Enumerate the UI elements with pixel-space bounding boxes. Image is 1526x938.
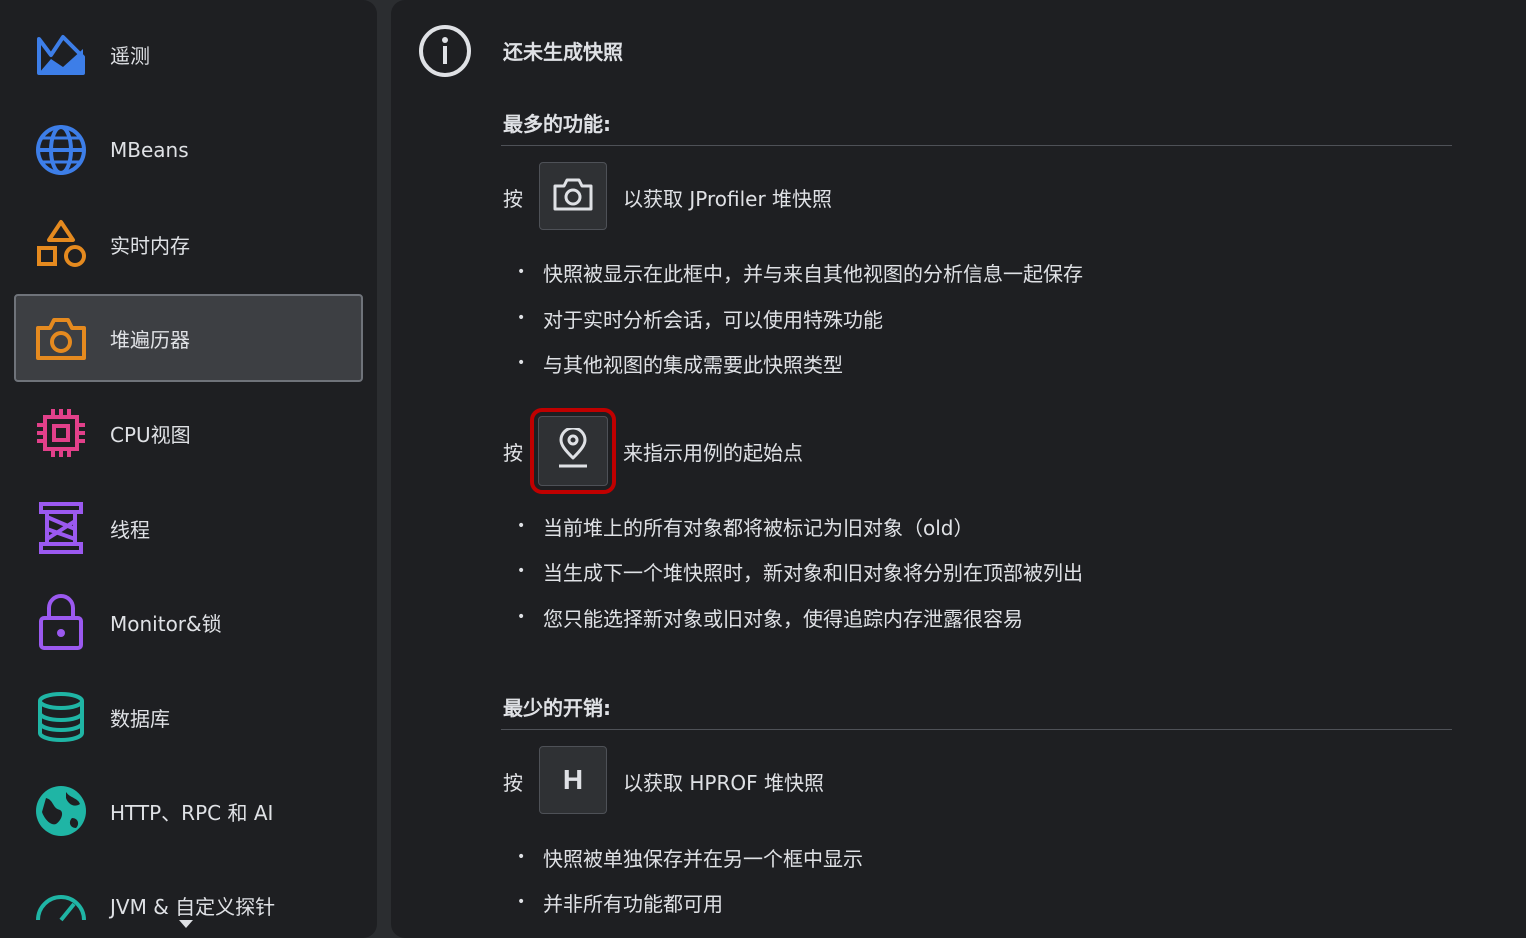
- network-globe-icon: [34, 784, 88, 838]
- location-pin-icon: [555, 426, 591, 474]
- lock-icon: [34, 594, 88, 650]
- sidebar-item-http-rpc-ai[interactable]: HTTP、RPC 和 AI: [14, 767, 363, 855]
- info-icon: [418, 24, 472, 78]
- gauge-icon: [34, 878, 88, 932]
- divider: [501, 145, 1452, 146]
- database-icon: [34, 690, 88, 744]
- list-item: 对于实时分析会话，可以使用特殊功能: [517, 304, 883, 333]
- camera-icon: [34, 311, 88, 365]
- press-label: 按: [503, 771, 523, 795]
- camera-icon: [552, 176, 594, 216]
- hprof-key-label: H: [562, 764, 584, 795]
- page-title: 还未生成快照: [503, 40, 623, 64]
- sidebar-item-label: MBeans: [110, 138, 189, 162]
- sidebar-item-threads[interactable]: 线程: [14, 484, 363, 572]
- list-item: 您只能选择新对象或旧对象，使得追踪内存泄露很容易: [517, 603, 1023, 632]
- sidebar-item-label: 遥测: [110, 43, 150, 68]
- divider: [501, 729, 1452, 730]
- heap-walker-panel: 还未生成快照 最多的功能: 按 以获取 JProfiler 堆快照 快照被显示在…: [391, 0, 1526, 938]
- sidebar-item-label: 数据库: [110, 706, 170, 731]
- press-label: 按: [503, 441, 523, 465]
- sidebar-item-label: 线程: [110, 517, 150, 542]
- section-heading-least-overhead: 最少的开销:: [503, 696, 611, 720]
- sidebar-item-heap-walker[interactable]: 堆遍历器: [14, 294, 363, 382]
- scroll-down-icon[interactable]: [179, 920, 193, 928]
- sidebar-item-label: CPU视图: [110, 422, 191, 447]
- list-item: 与其他视图的集成需要此快照类型: [517, 349, 843, 378]
- cpu-chip-icon: [34, 406, 88, 460]
- sidebar-item-label: HTTP、RPC 和 AI: [110, 800, 274, 825]
- list-item: 快照被单独保存并在另一个框中显示: [517, 843, 863, 872]
- take-heap-snapshot-button[interactable]: [539, 162, 607, 230]
- list-item: 快照被显示在此框中，并与来自其他视图的分析信息一起保存: [517, 258, 1083, 287]
- take-hprof-snapshot-button[interactable]: H: [539, 746, 607, 814]
- list-item: 当生成下一个堆快照时，新对象和旧对象将分别在顶部被列出: [517, 557, 1083, 586]
- section-heading-most-features: 最多的功能:: [503, 112, 611, 136]
- sidebar-item-cpu-views[interactable]: CPU视图: [14, 389, 363, 477]
- sidebar-item-live-memory[interactable]: 实时内存: [14, 200, 363, 288]
- sidebar-item-label: 实时内存: [110, 233, 190, 258]
- globe-icon: [34, 123, 88, 177]
- sidebar-item-monitors-locks[interactable]: Monitor&锁: [14, 578, 363, 666]
- sidebar-item-label: JVM & 自定义探针: [110, 894, 276, 919]
- sidebar: 遥测 MBeans 实时内存 堆遍历器 CPU视图 线程 Monitor&锁 数…: [0, 0, 377, 938]
- list-item: 当前堆上的所有对象都将被标记为旧对象（old）: [517, 512, 974, 541]
- take-hprof-description: 以获取 HPROF 堆快照: [623, 771, 824, 795]
- sidebar-item-databases[interactable]: 数据库: [14, 673, 363, 761]
- shapes-icon: [34, 217, 88, 271]
- sidebar-item-mbeans[interactable]: MBeans: [14, 106, 363, 194]
- list-item: 并非所有功能都可用: [517, 888, 723, 917]
- telemetry-icon: [34, 27, 88, 81]
- sidebar-item-label: Monitor&锁: [110, 611, 222, 636]
- sidebar-item-telemetry[interactable]: 遥测: [14, 10, 363, 98]
- press-label: 按: [503, 187, 523, 211]
- mark-heap-button[interactable]: [530, 408, 616, 494]
- mark-heap-description: 来指示用例的起始点: [623, 441, 803, 465]
- sidebar-item-label: 堆遍历器: [110, 327, 190, 352]
- spool-icon: [34, 501, 88, 555]
- take-snapshot-description: 以获取 JProfiler 堆快照: [623, 187, 833, 211]
